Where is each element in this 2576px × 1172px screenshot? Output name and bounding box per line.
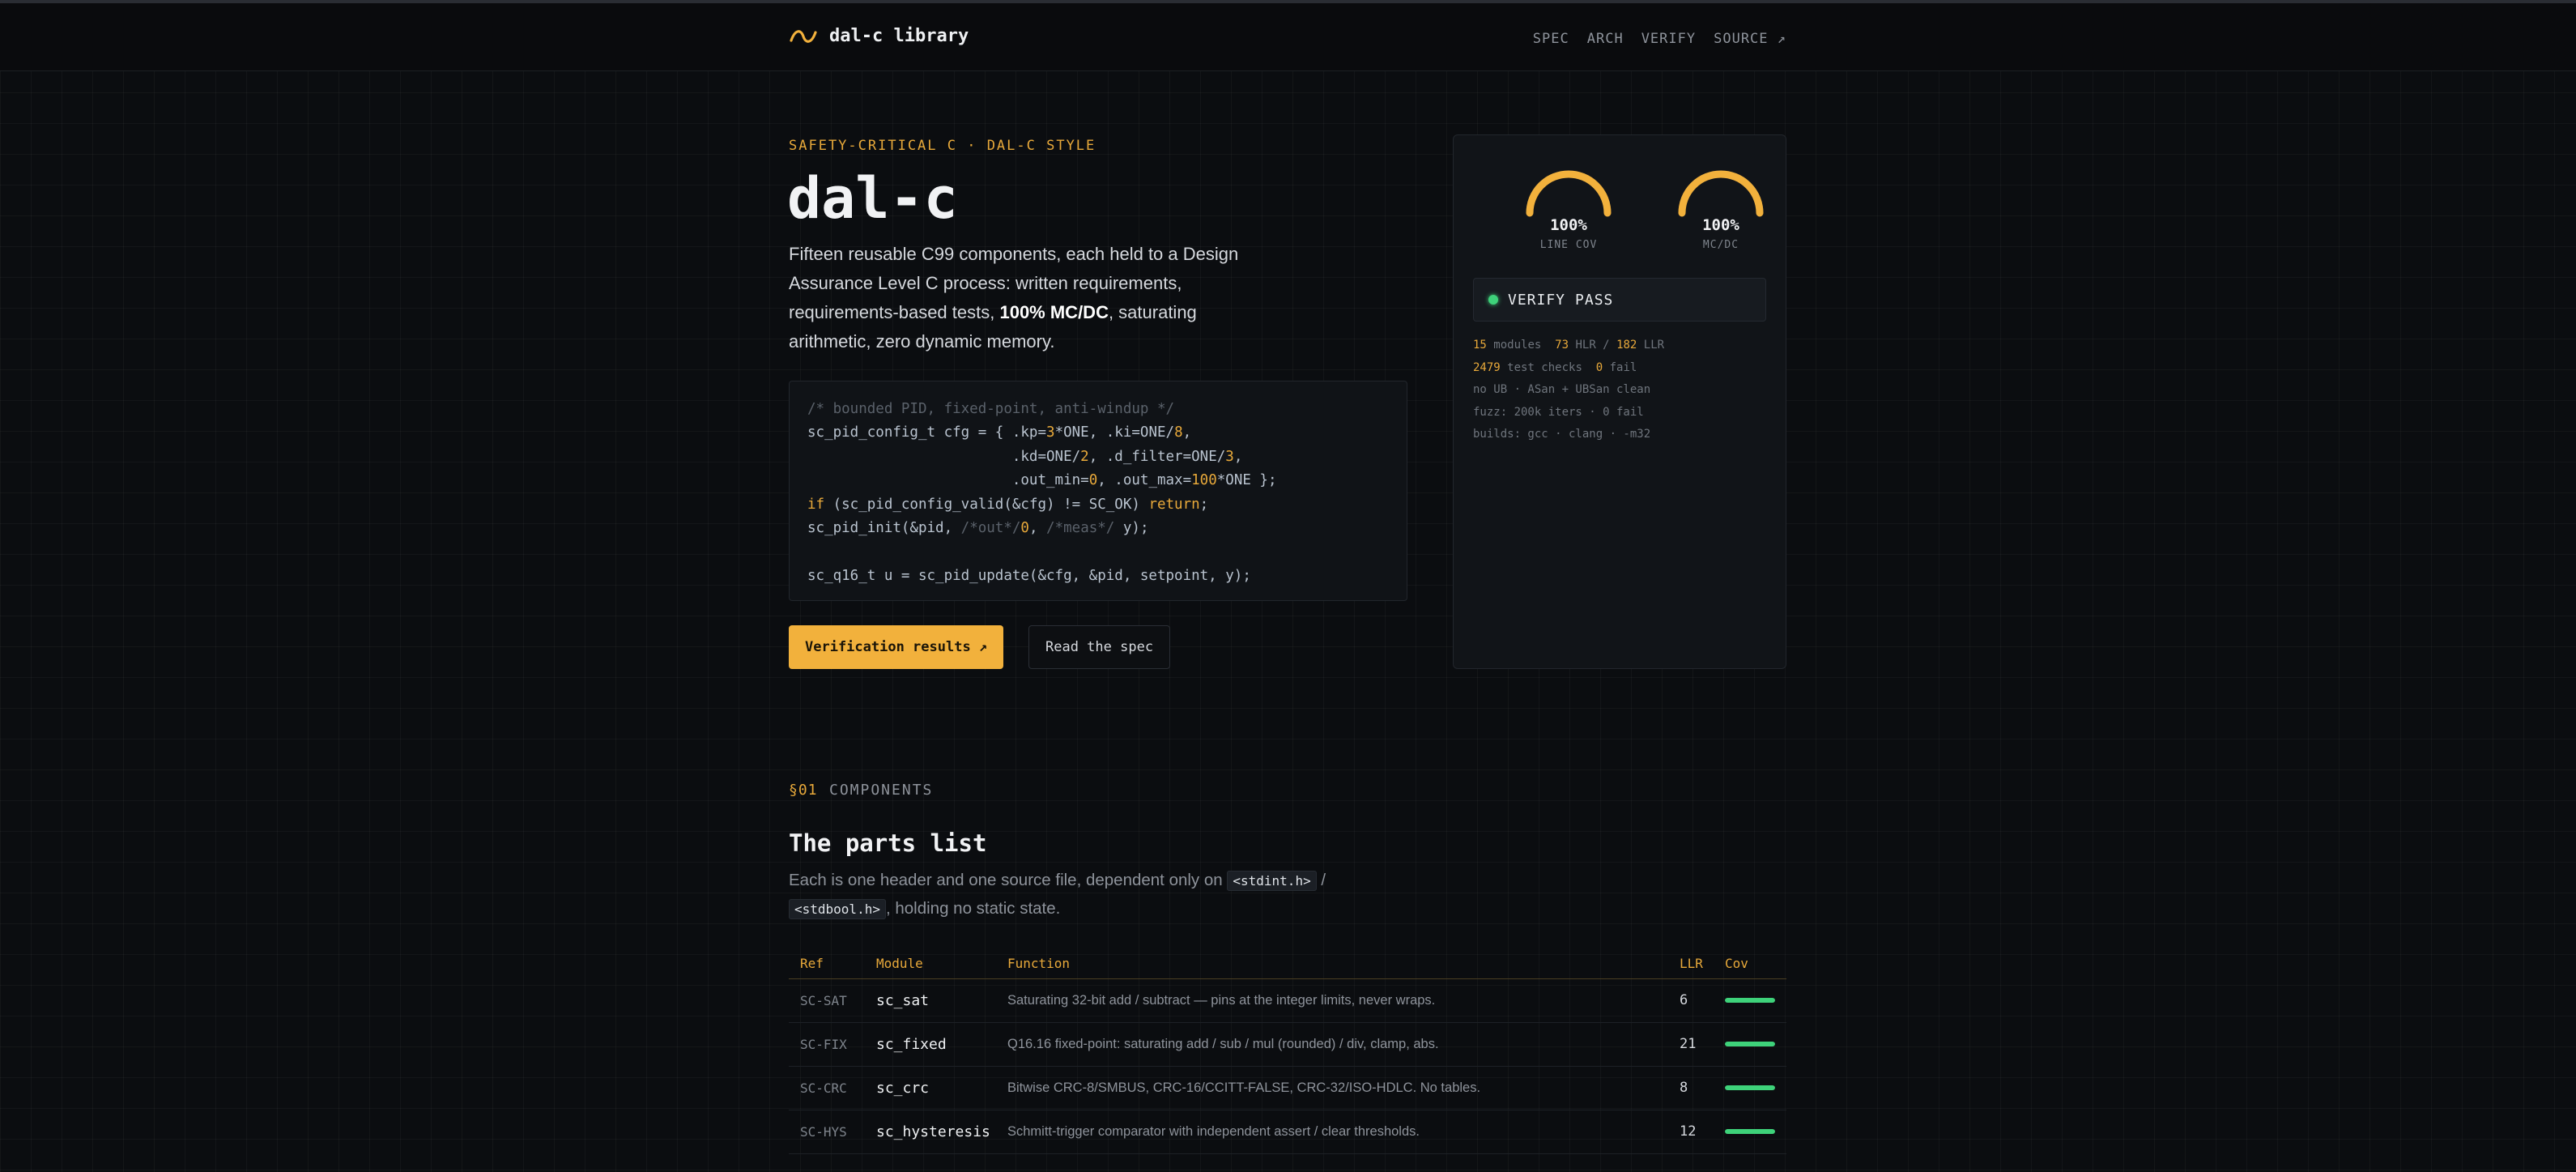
wave-logo-icon — [789, 28, 818, 45]
modules-count: 15 — [1473, 339, 1487, 352]
hero-eyebrow: SAFETY-CRITICAL C · DAL-C STYLE — [789, 138, 1096, 154]
row-function: Q16.16 fixed-point: saturating add / sub… — [996, 1022, 1668, 1067]
row-llr: 6 — [1668, 978, 1714, 1023]
section-desc-end: , holding no static state. — [885, 899, 1061, 918]
coverage-bar — [1725, 1085, 1775, 1090]
row-ref: SC-SAT — [789, 978, 865, 1023]
fail-count: 0 — [1595, 360, 1603, 374]
verification-results-button[interactable]: Verification results ↗ — [789, 625, 1004, 669]
checks-count: 2479 — [1473, 360, 1501, 374]
modules-label: modules — [1493, 339, 1542, 352]
row-llr: 21 — [1668, 1022, 1714, 1067]
row-module: sc_sat — [865, 978, 996, 1023]
stats-line-sanitizers: no UB · ASan + UBSan clean — [1473, 383, 1651, 396]
line-coverage-arc-icon — [1526, 170, 1612, 217]
pass-indicator-icon — [1488, 295, 1498, 305]
hero-description: Fifteen reusable C99 components, each he… — [789, 240, 1258, 356]
components-table: Ref Module Function LLR Cov SC-SAT sc_sat… — [789, 949, 1786, 1154]
verify-result: PASS — [1575, 291, 1614, 309]
row-function: Schmitt-trigger comparator with independ… — [996, 1110, 1668, 1154]
row-function: Saturating 32-bit add / subtract — pins … — [996, 978, 1668, 1023]
brand-name: dal-c library — [829, 26, 969, 46]
column-function: Function — [996, 949, 1668, 979]
llr-label: LLR — [1643, 339, 1665, 352]
mcdc-gauge: 100% MC/DC — [1672, 166, 1769, 251]
line-coverage-label: LINE COV — [1539, 239, 1598, 251]
site-header: dal-c library SPEC ARCH VERIFY SOURCE ↗ — [0, 3, 2576, 71]
row-module: sc_fixed — [865, 1022, 996, 1067]
row-module: sc_hysteresis — [865, 1110, 996, 1154]
hlr-count: 73 — [1555, 339, 1569, 352]
section-desc-start: Each is one header and one source file, … — [789, 871, 1228, 889]
row-coverage — [1714, 978, 1786, 1023]
stats-line-requirements: 15 modules 73 HLR / 182 LLR — [1473, 335, 1664, 357]
table-row: SC-HYS sc_hysteresis Schmitt-trigger compa… — [789, 1110, 1786, 1154]
stats-line-builds: builds: gcc · clang · -m32 — [1473, 428, 1651, 441]
hero-title: dal-c — [787, 165, 958, 232]
nav-verify[interactable]: VERIFY — [1641, 31, 1696, 47]
code-sample: /* bounded PID, fixed-point, anti-windup… — [789, 381, 1407, 601]
hero-desc-highlight: 100% MC/DC — [999, 302, 1109, 322]
column-module: Module — [865, 949, 996, 979]
table-row: SC-FIX sc_fixed Q16.16 fixed-point: satura… — [789, 1022, 1786, 1067]
row-ref: SC-FIX — [789, 1022, 865, 1067]
row-coverage — [1714, 1022, 1786, 1067]
mcdc-label: MC/DC — [1702, 239, 1739, 251]
row-llr: 8 — [1668, 1066, 1714, 1110]
row-coverage — [1714, 1110, 1786, 1154]
row-llr: 12 — [1668, 1110, 1714, 1154]
table-row: SC-SAT sc_sat Saturating 32-bit add / subt… — [789, 978, 1786, 1023]
coverage-bar — [1725, 998, 1775, 1003]
coverage-bar — [1725, 1042, 1775, 1046]
coverage-bar — [1725, 1129, 1775, 1134]
section-name: COMPONENTS — [829, 782, 934, 799]
row-module: sc_crc — [865, 1066, 996, 1110]
coverage-bar-fill — [1725, 998, 1775, 1003]
coverage-bar-fill — [1725, 1042, 1775, 1046]
stats-line-checks: 2479 test checks 0 fail — [1473, 357, 1664, 380]
table-header-row: Ref Module Function LLR Cov — [789, 949, 1786, 979]
line-coverage-value: 100% — [1550, 216, 1587, 234]
row-coverage — [1714, 1066, 1786, 1110]
nav-spec[interactable]: SPEC — [1533, 31, 1569, 47]
section-desc-separator: / — [1316, 871, 1326, 889]
stdbool-header-code: <stdbool.h> — [789, 899, 886, 919]
row-function: Bitwise CRC-8/SMBUS, CRC-16/CCITT-FALSE,… — [996, 1066, 1668, 1110]
verification-stats: 15 modules 73 HLR / 182 LLR 2479 test ch… — [1473, 335, 1664, 446]
hlr-label: HLR / — [1575, 339, 1610, 352]
coverage-bar-fill — [1725, 1129, 1775, 1134]
verify-label: VERIFY — [1508, 291, 1566, 309]
section-number: §01 — [789, 782, 818, 799]
checks-label: test checks — [1507, 360, 1582, 374]
column-cov: Cov — [1714, 949, 1786, 979]
column-llr: LLR — [1668, 949, 1714, 979]
column-ref: Ref — [789, 949, 865, 979]
section-title: The parts list — [789, 829, 987, 857]
coverage-bar-fill — [1725, 1085, 1775, 1090]
llr-count: 182 — [1616, 339, 1637, 352]
fail-label: fail — [1609, 360, 1637, 374]
row-ref: SC-CRC — [789, 1066, 865, 1110]
read-spec-button[interactable]: Read the spec — [1028, 625, 1171, 669]
stdint-header-code: <stdint.h> — [1227, 871, 1317, 891]
mcdc-value: 100% — [1702, 216, 1739, 234]
status-panel: 100% LINE COV 100% MC/DC VERIFY PASS 15 … — [1453, 134, 1786, 669]
line-coverage-gauge: 100% LINE COV — [1520, 166, 1617, 251]
table-row: SC-CRC sc_crc Bitwise CRC-8/SMBUS, CRC-16/… — [789, 1066, 1786, 1110]
section-description: Each is one header and one source file, … — [789, 867, 1356, 923]
brand-link[interactable]: dal-c library — [789, 26, 969, 46]
nav-source[interactable]: SOURCE ↗ — [1714, 31, 1786, 47]
verify-status: VERIFY PASS — [1473, 278, 1766, 322]
main-nav: SPEC ARCH VERIFY SOURCE ↗ — [1533, 31, 1786, 47]
stats-line-fuzz: fuzz: 200k iters · 0 fail — [1473, 405, 1644, 419]
nav-arch[interactable]: ARCH — [1587, 31, 1624, 47]
row-ref: SC-HYS — [789, 1110, 865, 1154]
mcdc-arc-icon — [1678, 170, 1764, 217]
